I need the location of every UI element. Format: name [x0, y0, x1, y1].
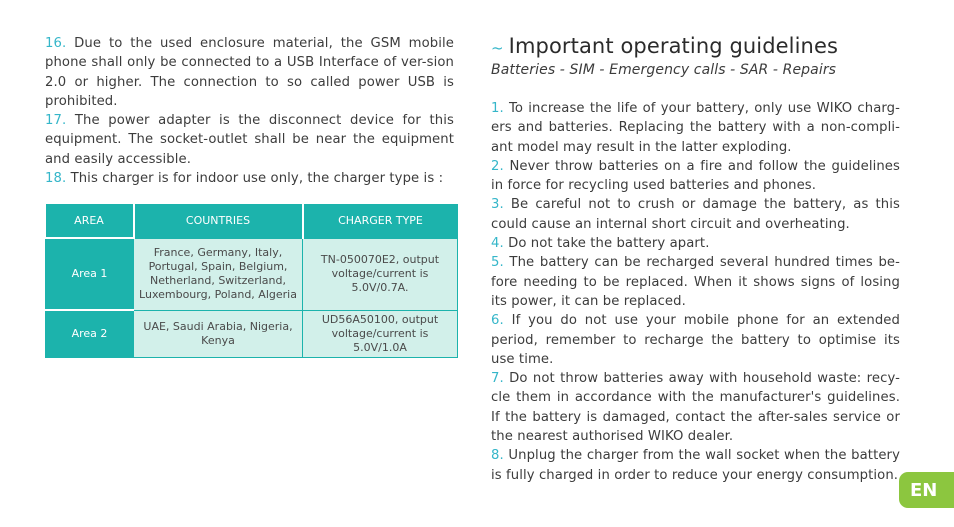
header-countries: COUNTRIES: [133, 204, 304, 238]
left-column: 16. Due to the used enclosure material, …: [45, 34, 454, 188]
item-text: This charger is for indoor use only, the…: [66, 171, 444, 187]
guideline-3: 3. Be careful not to crush or damage the…: [491, 195, 900, 234]
item-number: 7.: [491, 371, 504, 387]
countries-cell: France, Germany, Italy, Portugal, Spain,…: [133, 237, 303, 311]
item-number: 4.: [491, 236, 504, 252]
guideline-5: 5. The battery can be recharged several …: [491, 253, 900, 311]
section-title-text: Important operating guidelines: [508, 34, 839, 58]
table-row: Area 1 France, Germany, Italy, Portugal,…: [45, 237, 458, 311]
item-number: 8.: [491, 448, 504, 464]
item-number: 5.: [491, 255, 504, 271]
item-text: Never throw batteries on a fire and foll…: [491, 158, 900, 194]
item-number: 16.: [45, 36, 67, 51]
right-column: ~ Important operating guidelines Batterie…: [491, 34, 900, 485]
guideline-6: 6. If you do not use your mobile phone f…: [491, 311, 900, 369]
note-18: 18. This charger is for indoor use only,…: [45, 169, 454, 188]
item-text: Be careful not to crush or damage the ba…: [491, 197, 900, 232]
item-text: Unplug the charger from the wall socket …: [491, 448, 900, 483]
guideline-8: 8. Unplug the charger from the wall sock…: [491, 446, 900, 485]
area-cell: Area 2: [45, 309, 134, 358]
item-text: Do not throw batteries away with househo…: [491, 371, 900, 445]
guideline-7: 7. Do not throw batteries away with hous…: [491, 369, 900, 446]
item-text: The power adapter is the disconnect devi…: [45, 113, 454, 167]
item-number: 1.: [491, 101, 504, 116]
table-row: Area 2 UAE, Saudi Arabia, Nigeria, Kenya…: [45, 309, 458, 358]
tilde-icon: ~: [491, 39, 504, 57]
item-number: 2.: [491, 158, 504, 174]
item-text: To increase the life of your battery, on…: [491, 101, 900, 155]
item-text: The battery can be recharged several hun…: [491, 255, 900, 309]
guideline-4: 4. Do not take the battery apart.: [491, 234, 900, 253]
guideline-2: 2. Never throw batteries on a fire and f…: [491, 157, 900, 196]
area-cell: Area 1: [45, 237, 134, 311]
header-area: AREA: [45, 204, 135, 238]
item-text: Do not take the battery apart.: [503, 236, 710, 252]
charger-cell: TN-050070E2, output voltage/current is 5…: [302, 237, 458, 311]
countries-cell: UAE, Saudi Arabia, Nigeria, Kenya: [133, 309, 303, 358]
section-subtitle: Batteries - SIM - Emergency calls - SAR …: [491, 62, 837, 78]
note-16: 16. Due to the used enclosure material, …: [45, 34, 454, 111]
charger-table: AREA COUNTRIES CHARGER TYPE Area 1 Franc…: [45, 204, 458, 358]
table-header-row: AREA COUNTRIES CHARGER TYPE: [45, 204, 458, 238]
item-text: Due to the used enclosure material, the …: [45, 36, 454, 109]
item-text: If you do not use your mobile phone for …: [491, 313, 900, 367]
guideline-1: 1. To increase the life of your battery,…: [491, 99, 900, 157]
section-title: ~ Important operating guidelines: [491, 34, 900, 60]
item-number: 6.: [491, 313, 504, 329]
note-17: 17. The power adapter is the disconnect …: [45, 111, 454, 169]
item-number: 18.: [45, 171, 67, 187]
header-charger-type: CHARGER TYPE: [302, 204, 458, 238]
language-badge: EN: [899, 472, 954, 508]
charger-cell: UD56A50100, output voltage/current is 5.…: [302, 309, 458, 358]
item-number: 3.: [491, 197, 504, 213]
item-number: 17.: [45, 113, 67, 129]
